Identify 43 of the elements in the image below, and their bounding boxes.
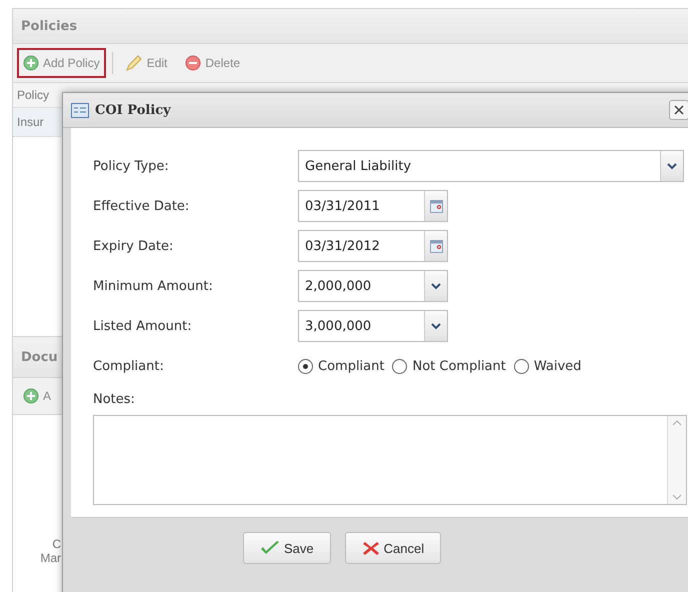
- chevron-down-icon: [431, 322, 441, 330]
- field-label: Notes:: [93, 392, 136, 407]
- cross-icon: [362, 540, 380, 556]
- dropdown-field[interactable]: 2,000,000: [298, 270, 448, 302]
- field-label: Policy Type:: [93, 158, 170, 174]
- form-icon: [71, 102, 89, 118]
- minus-icon: [185, 55, 202, 71]
- save-button[interactable]: Save: [243, 532, 331, 564]
- checkmark-icon: [260, 540, 280, 556]
- plus-icon: [23, 388, 39, 404]
- dialog-title: COI Policy: [95, 102, 171, 118]
- calendar-icon: [430, 240, 442, 252]
- field-label: Listed Amount:: [93, 318, 193, 334]
- calendar-icon: [430, 200, 442, 212]
- dropdown-field[interactable]: General Liability: [298, 150, 684, 182]
- plus-icon: [23, 55, 39, 71]
- column-header: Policy: [17, 88, 50, 102]
- close-icon: [674, 105, 684, 115]
- cancel-button[interactable]: Cancel: [344, 532, 442, 564]
- field-label: Minimum Amount:: [93, 278, 214, 294]
- pencil-icon: [124, 55, 143, 71]
- field-label: Effective Date:: [93, 198, 190, 214]
- radio-button[interactable]: [392, 358, 408, 374]
- panel-title: Docu: [21, 350, 58, 364]
- radio-button[interactable]: [514, 358, 529, 374]
- chevron-up-icon: [672, 420, 682, 426]
- scrollbar[interactable]: [667, 416, 686, 504]
- radio-option[interactable]: Waived: [514, 358, 582, 374]
- dropdown-field[interactable]: 3,000,000: [298, 310, 448, 342]
- chevron-down-icon: [667, 162, 677, 170]
- radio-option[interactable]: Not Compliant: [392, 358, 506, 374]
- cell-text: Mar: [39, 551, 61, 565]
- radio-button[interactable]: [298, 358, 313, 374]
- date-field[interactable]: 03/31/2011: [298, 190, 448, 222]
- cell-text: C: [51, 537, 61, 551]
- date-field[interactable]: 03/31/2012: [298, 230, 448, 262]
- close-button[interactable]: [669, 100, 688, 120]
- chevron-down-icon: [672, 494, 682, 500]
- field-label: Expiry Date:: [93, 238, 174, 254]
- panel-title: Policies: [21, 18, 78, 34]
- field-label: Compliant:: [93, 358, 165, 374]
- radio-option[interactable]: Compliant: [298, 358, 384, 374]
- chevron-down-icon: [431, 282, 441, 290]
